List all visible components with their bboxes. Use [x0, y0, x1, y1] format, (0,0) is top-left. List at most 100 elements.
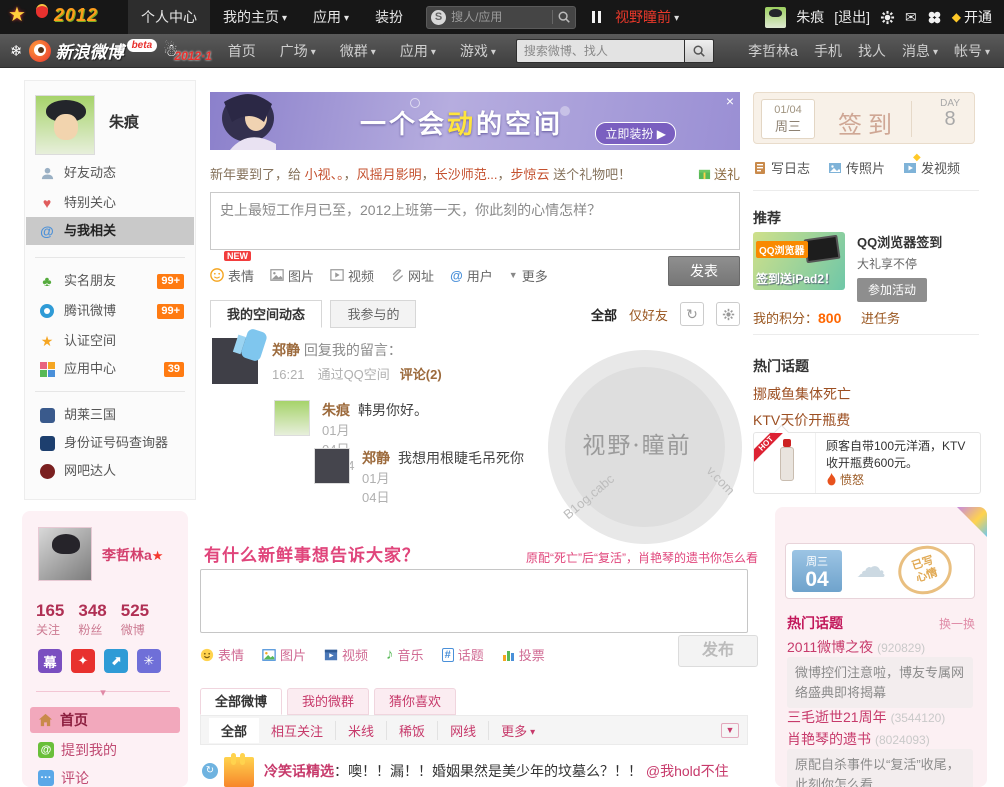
weibo-nav-square[interactable]: 广场: [268, 34, 328, 68]
weibo-logo-icon[interactable]: [29, 40, 51, 62]
qzone-nav-apps[interactable]: 应用: [300, 0, 362, 34]
gear-icon[interactable]: [880, 10, 895, 25]
avatar[interactable]: [224, 757, 254, 787]
author-link[interactable]: 冷笑话精选: [264, 763, 334, 779]
weibo-account-menu[interactable]: 帐号: [954, 41, 990, 61]
sidebar-item-special-care[interactable]: ♥ 特别关心: [26, 189, 194, 217]
link-button[interactable]: 网址: [390, 266, 434, 285]
filter-group-3[interactable]: 网线: [437, 721, 488, 740]
search-button[interactable]: [684, 39, 714, 63]
logout-link[interactable]: [退出]: [834, 7, 870, 27]
collapse-icon[interactable]: ▼: [721, 723, 739, 738]
more-button[interactable]: ▼ 更多: [509, 266, 548, 285]
publish-button[interactable]: 发表: [668, 256, 740, 286]
sidebar-item-friend-feeds[interactable]: 好友动态: [26, 159, 194, 187]
sidebar-item-related-to-me[interactable]: @ 与我相关: [26, 217, 194, 245]
weibo-find-people-link[interactable]: 找人: [858, 41, 886, 61]
weibo-sidebar-mentions[interactable]: @ 提到我的: [30, 737, 180, 763]
friend-link[interactable]: 长沙师范...: [435, 167, 498, 182]
avatar[interactable]: [38, 527, 92, 581]
channel-link[interactable]: 视野瞳前: [615, 7, 671, 27]
close-icon[interactable]: ×: [726, 93, 734, 109]
avatar[interactable]: [765, 7, 786, 28]
tab-participated[interactable]: 我参与的: [330, 300, 416, 328]
stat-following[interactable]: 165关注: [36, 601, 64, 638]
weibo-sidebar-home[interactable]: 首页: [30, 707, 180, 733]
topic-link[interactable]: 三毛逝世21周年(3544120): [787, 707, 945, 727]
topic-link[interactable]: KTV天价开瓶费: [753, 410, 850, 430]
author-link[interactable]: 郑静: [272, 342, 300, 358]
filter-more[interactable]: 更多: [488, 721, 547, 740]
topic-button[interactable]: # 话题: [442, 645, 484, 664]
post-video-button[interactable]: ◆ 发视频: [903, 158, 960, 177]
sidebar-item-certified-space[interactable]: ★ 认证空间: [26, 327, 194, 355]
tab-my-groups[interactable]: 我的微群: [287, 688, 369, 715]
comments-link[interactable]: 评论(2): [400, 367, 442, 382]
emoticon-button[interactable]: NEW 表情: [210, 266, 254, 285]
weibo-user-link[interactable]: 李哲林a: [748, 41, 798, 61]
weibo-composer-input[interactable]: [200, 569, 748, 633]
avatar[interactable]: [314, 448, 350, 484]
friend-link[interactable]: 小视、。: [305, 167, 344, 182]
anger-tag[interactable]: 愤怒: [826, 471, 864, 488]
refresh-topics-link[interactable]: 换一换: [939, 615, 975, 632]
badge-icon[interactable]: 幕: [38, 649, 62, 673]
badge-icon[interactable]: ✦: [71, 649, 95, 673]
sidebar-item-app-center[interactable]: 应用中心 39: [26, 355, 194, 383]
topic-link[interactable]: 2011微博之夜(920829): [787, 637, 925, 657]
stat-posts[interactable]: 525微博: [121, 601, 149, 638]
settings-button[interactable]: [716, 302, 740, 326]
filter-all[interactable]: 全部: [209, 718, 259, 743]
banner-ad[interactable]: 一个会动的空间 立即装扮 ▶ ×: [210, 92, 740, 150]
qzone-nav-personal-center[interactable]: 个人中心: [128, 0, 210, 34]
vip-open-link[interactable]: ◆开通: [952, 7, 992, 27]
qzone-nav-dressup[interactable]: 装扮: [362, 0, 416, 34]
filter-group-2[interactable]: 稀饭: [386, 721, 437, 740]
video-button[interactable]: 视频: [330, 266, 374, 285]
image-button[interactable]: 图片: [270, 266, 314, 285]
tab-all-weibo[interactable]: 全部微博: [200, 688, 282, 715]
sidebar-item-real-name-friends[interactable]: ♣ 实名朋友 99+: [26, 267, 194, 295]
task-link[interactable]: 进任务: [861, 311, 900, 326]
weibo-nav-apps[interactable]: 应用: [388, 34, 448, 68]
mail-icon[interactable]: ✉: [905, 9, 917, 26]
pause-icon[interactable]: [592, 11, 601, 23]
qzone-search-input[interactable]: [446, 10, 552, 24]
weibo-brand[interactable]: 新浪微博: [56, 38, 124, 63]
author-link[interactable]: 郑静: [362, 450, 390, 466]
sidebar-app-netbar[interactable]: 网吧达人: [26, 457, 194, 485]
badge-icon[interactable]: ✳: [137, 649, 161, 673]
topic-card[interactable]: HOT 顾客自带100元洋酒，KTV收开瓶费600元。 愤怒: [753, 432, 981, 494]
weibo-username[interactable]: 李哲林a★: [102, 545, 163, 565]
topic-link[interactable]: 肖艳琴的遗书(8024093): [787, 729, 930, 749]
qzone-composer-input[interactable]: [210, 192, 740, 250]
upload-photo-button[interactable]: 传照片: [828, 158, 885, 177]
tab-my-feeds[interactable]: 我的空间动态: [210, 300, 322, 328]
mention-link[interactable]: @我hold不住: [646, 763, 729, 779]
qq-browser-ad-image[interactable]: QQ浏览器 签到送iPad2！: [753, 232, 845, 290]
filter-group-1[interactable]: 米线: [335, 721, 386, 740]
refresh-button[interactable]: ↻: [680, 302, 704, 326]
send-gift-link[interactable]: 送礼: [698, 164, 740, 183]
friend-link[interactable]: 步惊云: [511, 167, 550, 182]
clover-icon[interactable]: [927, 10, 942, 25]
video-button[interactable]: 视频: [324, 645, 368, 664]
username-link[interactable]: 朱痕: [796, 7, 824, 27]
publish-button[interactable]: 发布: [678, 635, 758, 667]
poll-button[interactable]: 投票: [502, 645, 545, 664]
page-corner-fold[interactable]: [957, 507, 987, 537]
friend-link[interactable]: 风摇月影明: [357, 167, 422, 182]
join-activity-button[interactable]: 参加活动: [857, 278, 927, 302]
topic-link[interactable]: 挪威鱼集体死亡: [753, 384, 851, 404]
weibo-sidebar-comments[interactable]: ··· 评论: [30, 765, 180, 787]
filter-all[interactable]: 全部: [591, 305, 617, 324]
dressup-now-button[interactable]: 立即装扮 ▶: [595, 122, 676, 145]
weibo-nav-games[interactable]: 游戏: [448, 34, 508, 68]
mention-button[interactable]: @ 用户: [450, 266, 493, 285]
search-icon[interactable]: [557, 10, 571, 24]
author-link[interactable]: 朱痕: [322, 402, 350, 418]
avatar[interactable]: [35, 95, 95, 155]
signin-card[interactable]: 01/04 周三 签到 DAY 8: [753, 92, 975, 144]
emoticon-button[interactable]: 表情: [200, 645, 244, 664]
sidebar-app-hulai[interactable]: 胡莱三国: [26, 401, 194, 429]
